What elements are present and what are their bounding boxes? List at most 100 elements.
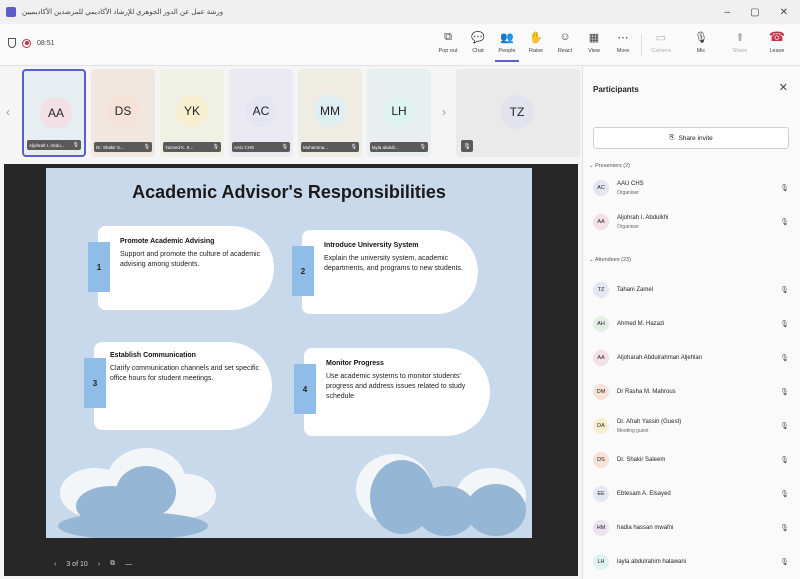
slide-card-2: 2 Introduce University System Explain th… xyxy=(292,230,478,314)
participant-name-tag: Mohamma... 🎙 xyxy=(301,142,359,152)
avatar: AC xyxy=(245,95,277,127)
slide-sync-icon[interactable]: ⧉ xyxy=(110,560,115,568)
popout-icon: ⧉ xyxy=(444,30,452,43)
participant-row[interactable]: EE Ebtesam A. Elsayed 🎙 xyxy=(593,481,793,509)
panel-title: Participants xyxy=(593,85,639,94)
attendees-section[interactable]: ⌄ Attendees (23) xyxy=(589,257,631,263)
popout-button[interactable]: ⧉ Pop out xyxy=(433,28,463,62)
participant-name: AAU CHS xyxy=(234,144,255,150)
slide-card-3: 3 Establish Communication Clarify commun… xyxy=(84,342,272,430)
card-number: 1 xyxy=(88,242,110,292)
participant-name-tag: Aljohrah I. Abdu... 🎙 xyxy=(27,140,81,150)
close-window-button[interactable]: ✕ xyxy=(780,7,788,18)
avatar: MM xyxy=(314,95,346,127)
chat-icon: 💬 xyxy=(471,31,485,44)
participant-row[interactable]: TZ Tahani Zamel 🎙 xyxy=(593,277,793,305)
participant-row[interactable]: DS Dr. Shakir Saleem 🎙 xyxy=(593,447,793,475)
avatar: AA xyxy=(593,350,609,366)
slide-more-icon[interactable]: — xyxy=(125,561,132,568)
next-slide-icon[interactable]: › xyxy=(98,561,100,568)
participant-name: layla abdulrahim halawani xyxy=(617,559,687,565)
slide-title: Academic Advisor's Responsibilities xyxy=(132,182,446,202)
react-icon: ☺ xyxy=(559,31,571,43)
participant-tile[interactable]: AA Aljohrah I. Abdu... 🎙 xyxy=(22,69,86,157)
avatar: DA xyxy=(593,418,609,434)
view-icon: ▦ xyxy=(588,31,600,44)
teams-window: ورشة عمل عن الدور الجوهري للإرشاد الأكاد… xyxy=(0,0,800,579)
window-title: ورشة عمل عن الدور الجوهري للإرشاد الأكاد… xyxy=(22,9,224,16)
mic-off-icon: 🎙 xyxy=(281,144,288,150)
meeting-timer: 08:51 xyxy=(37,39,55,47)
participant-name: Dr. Afrah Yassin (Guest) xyxy=(617,419,682,425)
card-title: Monitor Progress xyxy=(326,360,384,367)
camera-label: Camera xyxy=(651,48,671,54)
share-invite-icon: ⎘ xyxy=(669,134,675,141)
camera-button[interactable]: ▭ Camera xyxy=(646,28,676,62)
participant-row[interactable]: DA Dr. Afrah Yassin (Guest) Meeting guest 🎙 xyxy=(593,413,793,441)
raise-hand-icon: ✋ xyxy=(529,31,543,44)
participant-role: Meeting guest xyxy=(617,428,649,434)
close-panel-icon[interactable]: ✕ xyxy=(779,81,788,94)
participant-name-tag: layla abdulr... 🎙 xyxy=(370,142,428,152)
avatar: TZ xyxy=(500,95,534,129)
share-icon: ⬆ xyxy=(735,31,745,44)
more-icon: ⋯ xyxy=(617,31,629,44)
participant-name-tag: Dr. Shakir S... 🎙 xyxy=(94,142,152,152)
participant-row[interactable]: AC AAU CHS Organiser 🎙 xyxy=(593,175,793,203)
slide-controls: ‹ 3 of 10 › ⧉ — xyxy=(54,560,132,568)
cloud-decoration xyxy=(466,484,526,536)
strip-right-arrow-icon[interactable]: › xyxy=(442,105,446,119)
slide-card-4: 4 Monitor Progress Use academic systems … xyxy=(294,348,490,436)
participant-tile-large[interactable]: TZ 🎙 xyxy=(456,69,580,157)
participant-name: Aljohrah I. Abdu... xyxy=(29,142,65,148)
card-number: 4 xyxy=(294,364,316,414)
view-button[interactable]: ▦ View xyxy=(579,28,609,62)
participant-row[interactable]: HM hadia hassan mwafni 🎙 xyxy=(593,515,793,543)
participant-name: Dr Rasha M. Mahrous xyxy=(617,389,676,395)
avatar: LH xyxy=(593,554,609,570)
mic-button[interactable]: 🎙 Mic xyxy=(686,28,716,62)
meeting-status: 08:51 xyxy=(8,38,55,48)
react-button[interactable]: ☺ React xyxy=(550,28,580,62)
participant-name: Aljohrah I. Abdulkhi xyxy=(617,215,669,221)
participant-name: Ahmed M. Hazazi xyxy=(617,321,665,327)
meeting-toolbar: 08:51 ⧉ Pop out 💬 Chat 👥 People ✋ Raise … xyxy=(0,24,800,66)
participant-row[interactable]: AA Aljoharah Abdulrahman Aljehlan 🎙 xyxy=(593,345,793,373)
participants-panel: Participants ✕ ⎘ Share invite ⌄ Presente… xyxy=(582,67,800,579)
cloud-decoration xyxy=(116,466,176,518)
presenters-label: Presenters (2) xyxy=(595,163,630,169)
participant-tile[interactable]: YK Yazeed K. K... 🎙 xyxy=(160,69,224,157)
participant-tile[interactable]: AC AAU CHS 🎙 xyxy=(229,69,293,157)
mic-off-icon: 🎙 xyxy=(461,140,473,152)
more-button[interactable]: ⋯ More xyxy=(608,28,638,62)
participant-row[interactable]: AA Aljohrah I. Abdulkhi Organiser 🎙 xyxy=(593,209,793,237)
participant-tile[interactable]: LH layla abdulr... 🎙 xyxy=(367,69,431,157)
raise-label: Raise xyxy=(528,48,544,54)
participant-tile[interactable]: MM Mohamma... 🎙 xyxy=(298,69,362,157)
share-button[interactable]: ⬆ Share xyxy=(725,28,755,62)
strip-left-arrow-icon[interactable]: ‹ xyxy=(6,105,10,119)
attendees-label: Attendees (23) xyxy=(594,257,631,263)
mic-off-icon: 🎙 xyxy=(780,321,789,328)
minimize-button[interactable]: – xyxy=(725,7,731,18)
chat-button[interactable]: 💬 Chat xyxy=(463,28,493,62)
slide-card-1: 1 Promote Academic Advising Support and … xyxy=(88,226,274,310)
share-invite-button[interactable]: ⎘ Share invite xyxy=(593,127,789,149)
participant-row[interactable]: AH Ahmed M. Hazazi 🎙 xyxy=(593,311,793,339)
participant-row[interactable]: LH layla abdulrahim halawani 🎙 xyxy=(593,549,793,577)
people-button[interactable]: 👥 People xyxy=(492,28,522,62)
card-title: Promote Academic Advising xyxy=(120,238,215,245)
raise-hand-button[interactable]: ✋ Raise xyxy=(521,28,551,62)
participant-row[interactable]: DM Dr Rasha M. Mahrous 🎙 xyxy=(593,379,793,407)
avatar: TZ xyxy=(593,282,609,298)
avatar: HM xyxy=(593,520,609,536)
mic-off-icon: 🎙 xyxy=(780,287,789,294)
leave-button[interactable]: ☎ Leave xyxy=(762,28,792,62)
participant-tile[interactable]: DS Dr. Shakir S... 🎙 xyxy=(91,69,155,157)
maximize-button[interactable]: ▢ xyxy=(750,7,759,18)
presenters-section[interactable]: ⌄ Presenters (2) xyxy=(589,163,630,169)
share-invite-label: Share invite xyxy=(678,134,713,142)
participant-name: Dr. Shakir Saleem xyxy=(617,457,666,463)
previous-slide-icon[interactable]: ‹ xyxy=(54,561,56,568)
avatar: AH xyxy=(593,316,609,332)
